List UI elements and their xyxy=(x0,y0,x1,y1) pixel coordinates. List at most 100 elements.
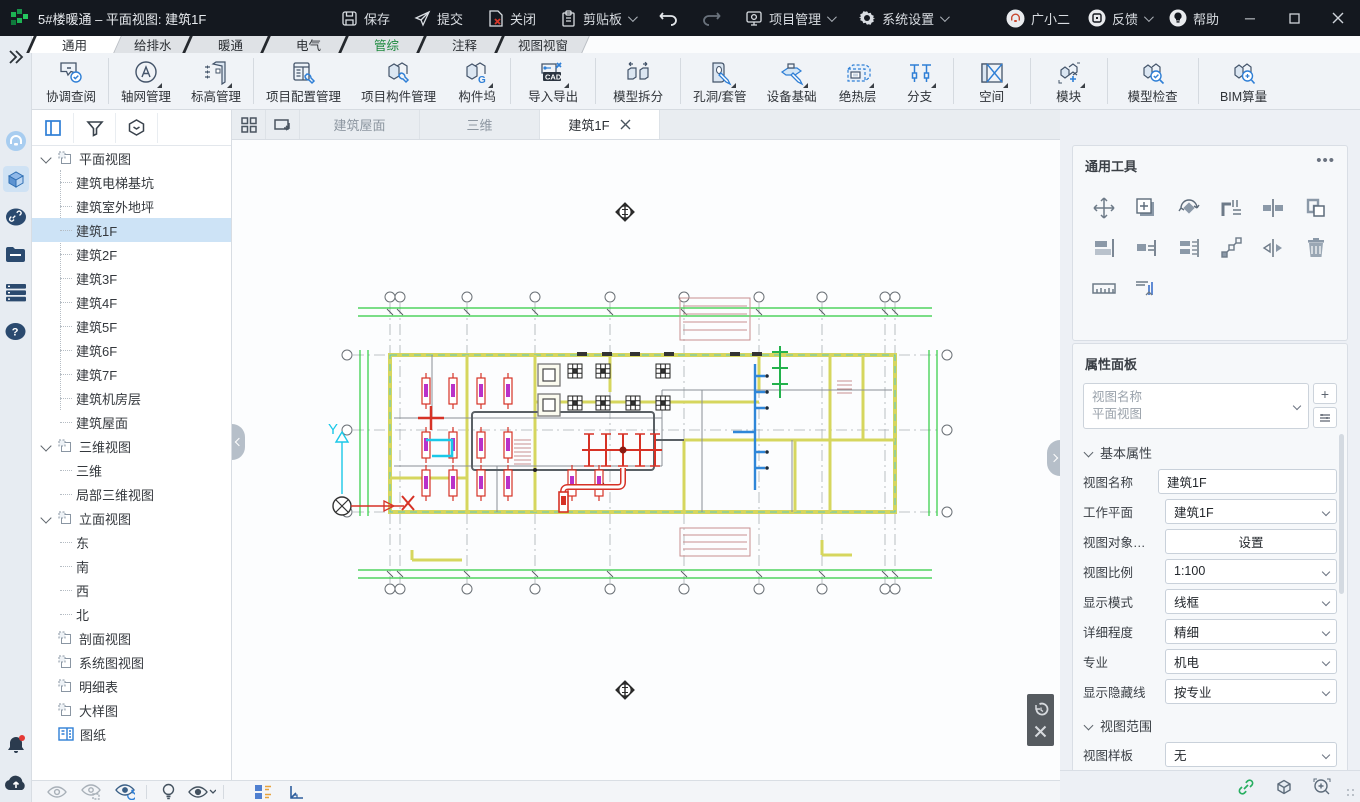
list-server-icon[interactable] xyxy=(3,280,29,306)
hide-elements-icon[interactable] xyxy=(40,785,74,799)
display-mode-select[interactable]: 线框 xyxy=(1165,589,1337,614)
align-bottom-tool-icon[interactable] xyxy=(1083,235,1125,261)
system-settings-button[interactable]: 系统设置 xyxy=(849,0,956,36)
tree-item[interactable]: 建筑6F xyxy=(32,338,231,362)
tree-item[interactable]: 北 xyxy=(32,602,231,626)
model-view-icon[interactable] xyxy=(3,166,29,192)
tree-section-section-views[interactable]: 剖面视图 xyxy=(32,626,231,650)
section-basic-props[interactable]: 基本属性 xyxy=(1073,433,1347,466)
maximize-button[interactable] xyxy=(1272,0,1316,36)
folder-icon[interactable] xyxy=(3,242,29,268)
insulation-button[interactable]: 绝热层 xyxy=(827,55,889,107)
tree-item[interactable]: 建筑室外地坪 xyxy=(32,194,231,218)
align-list-tool-icon[interactable] xyxy=(1168,235,1210,261)
history-restore-icon[interactable] xyxy=(1033,702,1049,718)
display-order-icon[interactable] xyxy=(246,784,280,800)
view-scale-select[interactable]: 1:100 xyxy=(1165,559,1337,584)
link-chain-icon[interactable] xyxy=(1236,777,1256,797)
project-component-button[interactable]: 项目构件管理 xyxy=(351,55,446,107)
window-close-button[interactable] xyxy=(1316,0,1360,36)
collapse-right-panel-handle[interactable] xyxy=(1047,440,1060,476)
caret-down-icon[interactable] xyxy=(40,152,51,163)
tree-item[interactable]: 局部三维视图 xyxy=(32,482,231,506)
feedback-dropdown-icon[interactable] xyxy=(1144,12,1154,22)
service-avatar-icon[interactable] xyxy=(3,128,29,154)
space-button[interactable]: 空间 xyxy=(956,55,1028,107)
section-view-range[interactable]: 视图范围 xyxy=(1073,706,1347,739)
tree-item[interactable]: 南 xyxy=(32,554,231,578)
doc-tab-roof[interactable]: 建筑屋面 xyxy=(300,110,420,139)
cube-view-icon[interactable] xyxy=(1274,777,1294,797)
properties-scrollbar[interactable] xyxy=(1339,434,1344,594)
clipboard-button[interactable]: 剪贴板 xyxy=(551,0,644,36)
array-step-tool-icon[interactable] xyxy=(1210,235,1252,261)
bim-quantity-button[interactable]: BIM算量 xyxy=(1201,55,1287,107)
tree-item[interactable]: 建筑5F xyxy=(32,314,231,338)
drawing-canvas[interactable]: Y xyxy=(232,140,1060,780)
layers-box-icon[interactable] xyxy=(116,113,158,143)
tile-windows-icon[interactable] xyxy=(232,110,266,139)
caret-down-icon[interactable] xyxy=(40,512,51,523)
tree-section-detail-views[interactable]: 大样图 xyxy=(32,698,231,722)
ribbon-tab-viewport[interactable]: 视图视窗 xyxy=(494,36,590,53)
system-settings-dropdown-icon[interactable] xyxy=(940,12,950,22)
more-options-icon[interactable]: ••• xyxy=(1316,152,1335,169)
match-tool-icon[interactable] xyxy=(1295,195,1337,221)
submit-button[interactable]: 提交 xyxy=(405,0,472,36)
move-tool-icon[interactable] xyxy=(1083,195,1125,221)
panel-layout-icon[interactable] xyxy=(32,113,74,143)
add-property-button[interactable]: + xyxy=(1313,383,1337,404)
clipboard-dropdown-icon[interactable] xyxy=(628,12,638,22)
feedback-button[interactable]: 反馈 xyxy=(1079,0,1160,36)
view-name-input[interactable] xyxy=(1158,469,1337,494)
project-config-button[interactable]: 项目配置管理 xyxy=(256,55,351,107)
view-type-selector[interactable]: 视图名称 平面视图 xyxy=(1083,383,1309,429)
resize-grip[interactable] xyxy=(1346,788,1356,798)
tree-item[interactable]: 建筑电梯基坑 xyxy=(32,170,231,194)
link-icon[interactable] xyxy=(3,204,29,230)
save-button[interactable]: 保存 xyxy=(332,0,399,36)
hide-category-icon[interactable] xyxy=(74,784,108,800)
project-manage-button[interactable]: 项目管理 xyxy=(736,0,843,36)
close-toolbar-icon[interactable] xyxy=(1034,725,1047,738)
tree-section-sheets[interactable]: 图纸 xyxy=(32,722,231,746)
discipline-select[interactable]: 机电 xyxy=(1165,649,1337,674)
undo-button[interactable] xyxy=(650,0,687,36)
expand-panel-icon[interactable] xyxy=(3,44,29,70)
cloud-upload-icon[interactable] xyxy=(3,770,29,796)
help-icon[interactable]: ? xyxy=(3,318,29,344)
tree-section-schedules[interactable]: 明细表 xyxy=(32,674,231,698)
model-check-button[interactable]: 模型检查 xyxy=(1110,55,1196,107)
elevation-manage-button[interactable]: 标高管理 xyxy=(181,55,251,107)
tree-item[interactable]: 东 xyxy=(32,530,231,554)
tree-item[interactable]: 建筑机房层 xyxy=(32,386,231,410)
hole-sleeve-button[interactable]: 孔洞/套管 xyxy=(683,55,756,107)
grid-manage-button[interactable]: 轴网管理 xyxy=(111,55,181,107)
measure-tool-icon[interactable] xyxy=(1083,275,1125,301)
split-tool-icon[interactable] xyxy=(1252,195,1294,221)
doc-tab-1f-active[interactable]: 建筑1F xyxy=(540,110,660,139)
mirror-tool-icon[interactable] xyxy=(1252,235,1294,261)
pipe-offset-tool-icon[interactable] xyxy=(1125,275,1167,301)
redo-button[interactable] xyxy=(693,0,730,36)
switch-window-icon[interactable] xyxy=(266,110,300,139)
close-doc-button[interactable]: 关闭 xyxy=(478,0,545,36)
tree-item[interactable]: 建筑屋面 xyxy=(32,410,231,434)
property-list-button[interactable] xyxy=(1313,407,1337,428)
tree-item[interactable]: 三维 xyxy=(32,458,231,482)
trim-extend-tool-icon[interactable] xyxy=(1210,195,1252,221)
tree-section-system-views[interactable]: 系统图视图 xyxy=(32,650,231,674)
tree-item[interactable]: 建筑3F xyxy=(32,266,231,290)
copy-tool-icon[interactable] xyxy=(1125,195,1167,221)
view-objects-settings-button[interactable]: 设置 xyxy=(1165,529,1337,554)
tree-item[interactable]: 建筑4F xyxy=(32,290,231,314)
restore-hidden-icon[interactable] xyxy=(108,784,142,800)
tree-section-elevation-views[interactable]: 立面视图 xyxy=(32,506,231,530)
tab-close-icon[interactable] xyxy=(620,119,631,130)
module-button[interactable]: 模块 xyxy=(1033,55,1105,107)
ribbon-tab-general[interactable]: 通用 xyxy=(26,36,122,53)
rotate-tool-icon[interactable] xyxy=(1168,195,1210,221)
visibility-dropdown-icon[interactable] xyxy=(185,785,219,799)
align-right-tool-icon[interactable] xyxy=(1125,235,1167,261)
doc-tab-3d[interactable]: 三维 xyxy=(420,110,540,139)
